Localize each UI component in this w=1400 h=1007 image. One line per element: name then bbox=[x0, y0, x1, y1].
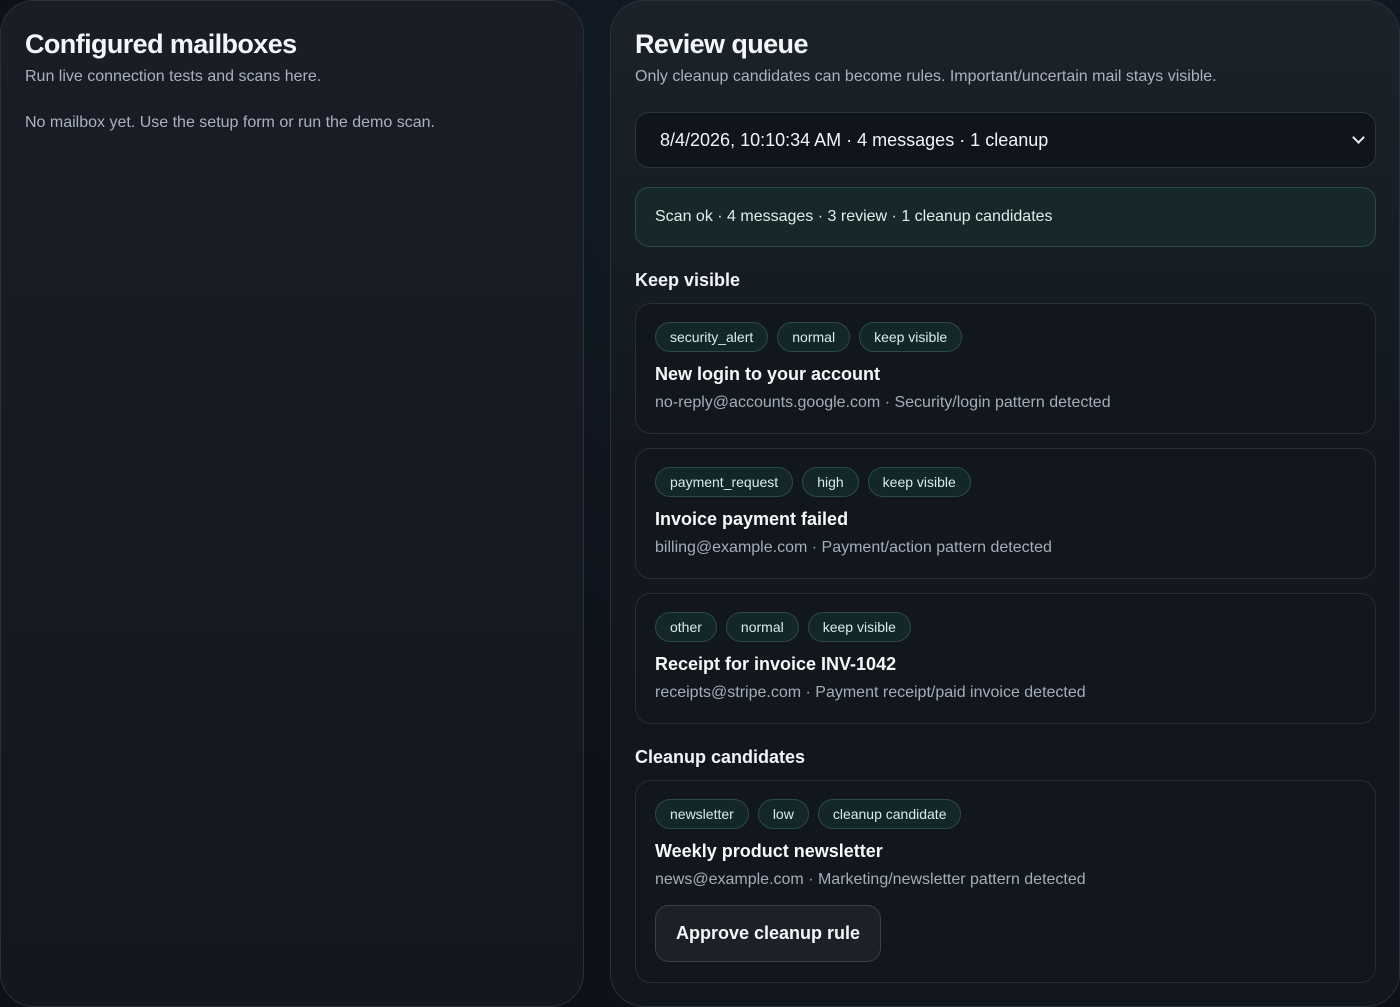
mailboxes-panel: Configured mailboxes Run live connection… bbox=[0, 0, 584, 1007]
message-subject: Weekly product newsletter bbox=[655, 841, 883, 861]
mailboxes-empty-state: No mailbox yet. Use the setup form or ru… bbox=[25, 114, 435, 131]
review-queue-panel: Review queue Only cleanup candidates can… bbox=[610, 0, 1400, 1007]
action-tag: keep visible bbox=[859, 322, 963, 352]
app-page: Configured mailboxes Run live connection… bbox=[0, 0, 1400, 1007]
scan-select[interactable]: 8/4/2026, 10:10:34 AM · 4 messages · 1 c… bbox=[635, 112, 1376, 168]
tag-list: other normal keep visible bbox=[655, 612, 1356, 642]
priority-tag: high bbox=[802, 467, 859, 497]
message-subject: New login to your account bbox=[655, 364, 881, 384]
message-meta: billing@example.com · Payment/action pat… bbox=[655, 539, 1052, 556]
message-card: security_alert normal keep visible New l… bbox=[635, 303, 1376, 434]
action-tag: keep visible bbox=[807, 612, 911, 642]
scan-select-value: 8/4/2026, 10:10:34 AM · 4 messages · 1 c… bbox=[660, 129, 1049, 150]
priority-tag: normal bbox=[725, 612, 799, 642]
message-card: payment_request high keep visible Invoic… bbox=[635, 448, 1376, 579]
category-tag: security_alert bbox=[655, 322, 769, 352]
keep-visible-heading: Keep visible bbox=[635, 270, 741, 290]
message-card: other normal keep visible Receipt for in… bbox=[635, 593, 1376, 724]
scan-status-text: Scan ok · 4 messages · 3 review · 1 clea… bbox=[655, 208, 1053, 225]
message-meta: receipts@stripe.com · Payment receipt/pa… bbox=[655, 684, 1086, 701]
message-meta: no-reply@accounts.google.com · Security/… bbox=[655, 394, 1111, 411]
action-tag: cleanup candidate bbox=[817, 799, 962, 829]
scan-status-box: Scan ok · 4 messages · 3 review · 1 clea… bbox=[635, 187, 1376, 247]
chevron-down-icon bbox=[1352, 131, 1365, 144]
message-subject: Receipt for invoice INV-1042 bbox=[655, 654, 897, 674]
priority-tag: normal bbox=[777, 322, 851, 352]
approve-cleanup-rule-button[interactable]: Approve cleanup rule bbox=[655, 905, 881, 962]
message-meta: news@example.com · Marketing/newsletter … bbox=[655, 871, 1086, 888]
mailboxes-title: Configured mailboxes bbox=[25, 29, 297, 59]
review-subtitle: Only cleanup candidates can become rules… bbox=[635, 68, 1217, 85]
tag-list: payment_request high keep visible bbox=[655, 467, 1356, 497]
review-title: Review queue bbox=[635, 29, 808, 59]
cleanup-candidate-card: newsletter low cleanup candidate Weekly … bbox=[635, 780, 1376, 983]
cleanup-candidates-heading: Cleanup candidates bbox=[635, 747, 806, 767]
priority-tag: low bbox=[757, 799, 809, 829]
tag-list: newsletter low cleanup candidate bbox=[655, 799, 1356, 829]
message-subject: Invoice payment failed bbox=[655, 509, 849, 529]
category-tag: other bbox=[655, 612, 717, 642]
category-tag: newsletter bbox=[655, 799, 749, 829]
mailboxes-subtitle: Run live connection tests and scans here… bbox=[25, 68, 322, 85]
action-tag: keep visible bbox=[867, 467, 971, 497]
category-tag: payment_request bbox=[655, 467, 794, 497]
tag-list: security_alert normal keep visible bbox=[655, 322, 1356, 352]
